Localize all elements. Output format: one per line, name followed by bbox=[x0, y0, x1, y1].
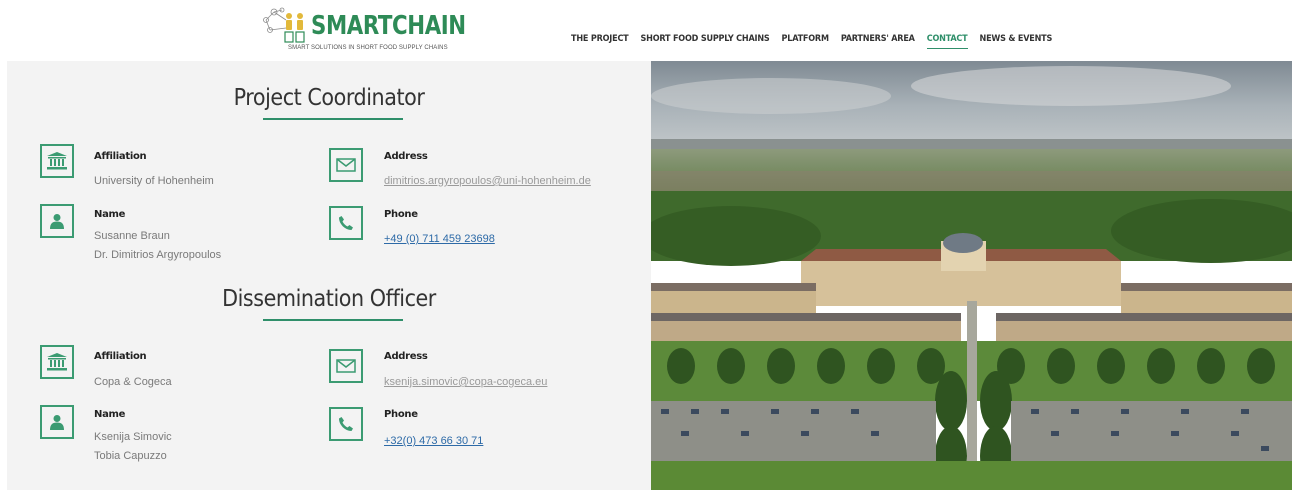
dissemination-email-link[interactable]: ksenija.simovic@copa-cogeca.eu bbox=[384, 376, 547, 388]
university-aerial-photo bbox=[651, 61, 1292, 490]
coordinator-phone-label: Phone bbox=[384, 209, 418, 220]
nav-platform[interactable]: PLATFORM bbox=[782, 34, 829, 44]
nav-news-events[interactable]: NEWS & EVENTS bbox=[980, 34, 1053, 44]
coordinator-name-label: Name bbox=[94, 209, 126, 220]
person-icon bbox=[40, 204, 74, 238]
dissemination-name-1: Ksenija Simovic bbox=[94, 431, 172, 443]
dissemination-name-label: Name bbox=[94, 409, 126, 420]
coordinator-email-link[interactable]: dimitrios.argyropoulos@uni-hohenheim.de bbox=[384, 175, 591, 187]
smartchain-logo[interactable]: SMARTCHAIN SMART SOLUTIONS IN SHORT FOOD… bbox=[262, 6, 466, 56]
site-header: SMARTCHAIN SMART SOLUTIONS IN SHORT FOOD… bbox=[0, 0, 1292, 61]
logo-tagline: SMART SOLUTIONS IN SHORT FOOD SUPPLY CHA… bbox=[288, 45, 448, 51]
dissemination-phone-link[interactable]: +32(0) 473 66 30 71 bbox=[384, 435, 483, 447]
dissemination-affiliation-label: Affiliation bbox=[94, 351, 147, 362]
main-nav: THE PROJECT SHORT FOOD SUPPLY CHAINS PLA… bbox=[571, 34, 1064, 49]
phone-icon bbox=[329, 407, 363, 441]
dissemination-title: Dissemination Officer bbox=[222, 286, 436, 312]
building-icon bbox=[40, 144, 74, 178]
logo-wordmark: SMARTCHAIN bbox=[311, 11, 466, 41]
nav-partners-area[interactable]: PARTNERS' AREA bbox=[841, 34, 915, 44]
dissemination-title-underline bbox=[263, 319, 403, 321]
coordinator-affiliation-label: Affiliation bbox=[94, 151, 147, 162]
dissemination-affiliation-value: Copa & Cogeca bbox=[94, 376, 172, 388]
nav-contact[interactable]: CONTACT bbox=[926, 34, 968, 49]
coordinator-name-2: Dr. Dimitrios Argyropoulos bbox=[94, 249, 222, 261]
contact-panel: Project Coordinator Affiliation Universi… bbox=[7, 61, 651, 490]
dissemination-address-label: Address bbox=[384, 351, 428, 362]
person-icon bbox=[40, 405, 74, 439]
phone-icon bbox=[329, 206, 363, 240]
logo-network-icon bbox=[263, 7, 305, 43]
coordinator-title: Project Coordinator bbox=[233, 85, 425, 111]
coordinator-affiliation-value: University of Hohenheim bbox=[94, 175, 214, 187]
coordinator-phone-link[interactable]: +49 (0) 711 459 23698 bbox=[384, 233, 495, 245]
dissemination-name-2: Tobia Capuzzo bbox=[94, 450, 167, 462]
dissemination-phone-label: Phone bbox=[384, 409, 418, 420]
coordinator-address-label: Address bbox=[384, 151, 428, 162]
envelope-icon bbox=[329, 148, 363, 182]
nav-the-project[interactable]: THE PROJECT bbox=[571, 34, 629, 44]
coordinator-name-1: Susanne Braun bbox=[94, 230, 170, 242]
coordinator-title-underline bbox=[263, 118, 403, 120]
building-icon bbox=[40, 345, 74, 379]
envelope-icon bbox=[329, 349, 363, 383]
nav-short-food-supply-chains[interactable]: SHORT FOOD SUPPLY CHAINS bbox=[641, 34, 770, 44]
